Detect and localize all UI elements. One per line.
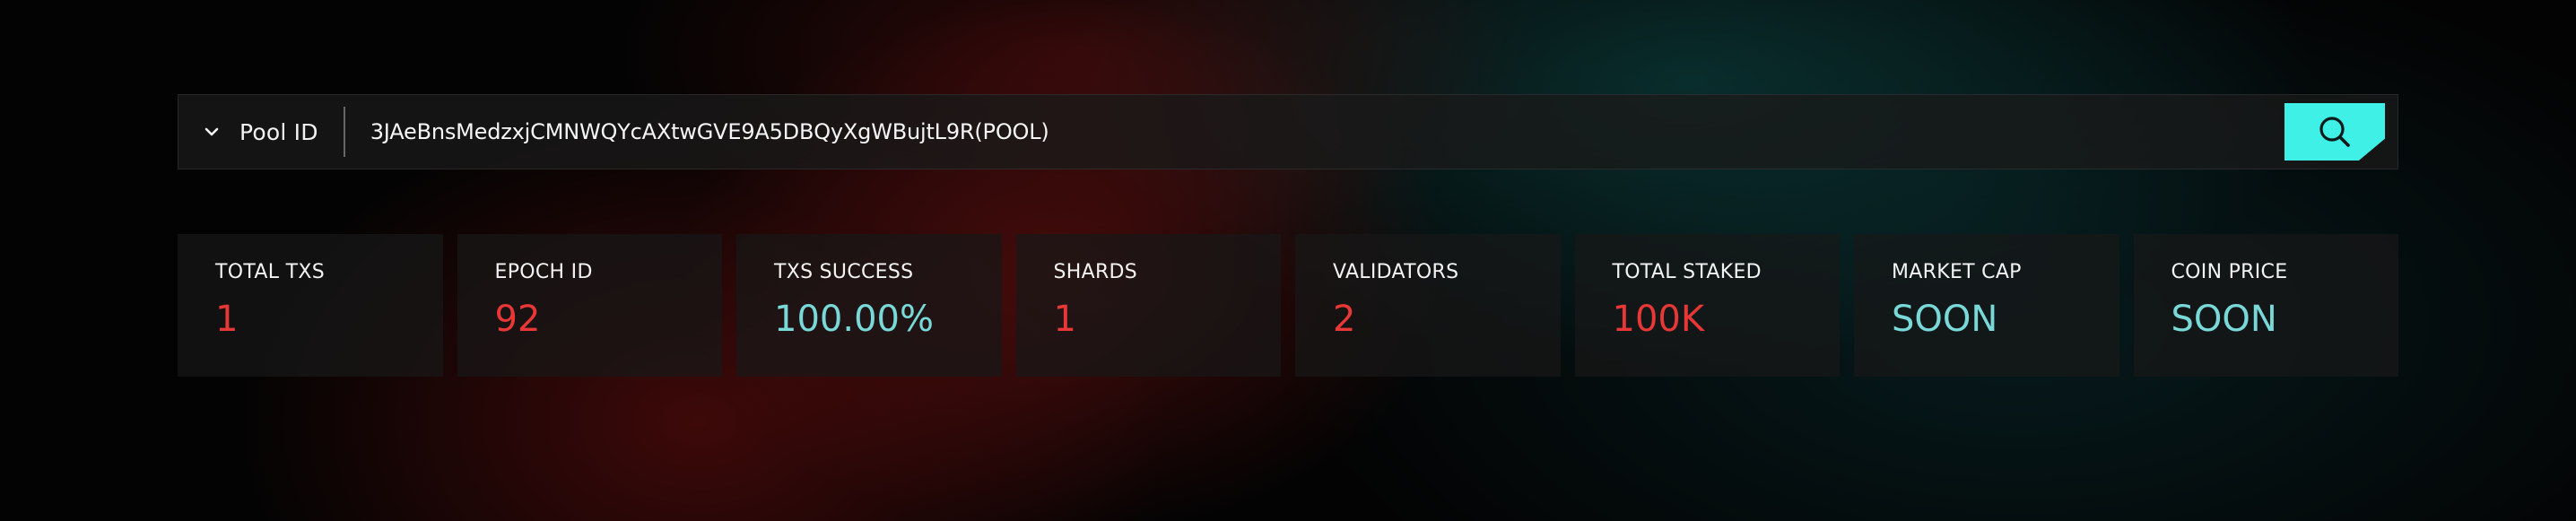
search-type-selector[interactable]: Pool ID xyxy=(178,95,344,169)
stat-value: 92 xyxy=(494,299,541,340)
stat-card-total-staked: TOTAL STAKED 100K xyxy=(1574,234,1840,377)
stat-value: 100.00% xyxy=(774,299,934,340)
stat-value: SOON xyxy=(2171,299,2277,340)
stat-value: 2 xyxy=(1333,299,1356,340)
stat-card-shards: SHARDS 1 xyxy=(1015,234,1281,377)
stat-card-epoch-id: EPOCH ID 92 xyxy=(457,234,722,377)
stat-card-validators: VALIDATORS 2 xyxy=(1295,234,1561,377)
page: Pool ID TOTAL TXS 1 EPOCH ID 92 TXS SUCC… xyxy=(0,0,2576,521)
search-input[interactable] xyxy=(344,94,2284,169)
stat-value: 1 xyxy=(215,299,239,340)
stat-value: 100K xyxy=(1612,299,1705,340)
search-button[interactable] xyxy=(2284,103,2385,161)
stat-label: SHARDS xyxy=(1053,261,1138,283)
stat-label: VALIDATORS xyxy=(1333,261,1459,283)
stat-label: TXS SUCCESS xyxy=(774,261,914,283)
stat-card-total-txs: TOTAL TXS 1 xyxy=(178,234,443,377)
chevron-down-icon xyxy=(202,122,222,142)
stat-label: EPOCH ID xyxy=(494,261,593,283)
stat-card-txs-success: TXS SUCCESS 100.00% xyxy=(736,234,1002,377)
stat-label: TOTAL STAKED xyxy=(1612,261,1762,283)
stat-label: MARKET CAP xyxy=(1892,261,2022,283)
stat-card-market-cap: MARKET CAP SOON xyxy=(1854,234,2119,377)
stats-row: TOTAL TXS 1 EPOCH ID 92 TXS SUCCESS 100.… xyxy=(178,234,2398,377)
stat-value: SOON xyxy=(1892,299,1998,340)
stat-card-coin-price: COIN PRICE SOON xyxy=(2133,234,2398,377)
search-bar: Pool ID xyxy=(178,94,2398,169)
stat-value: 1 xyxy=(1053,299,1076,340)
stat-label: TOTAL TXS xyxy=(215,261,325,283)
search-type-label: Pool ID xyxy=(239,118,318,145)
search-icon xyxy=(2317,114,2353,150)
stat-label: COIN PRICE xyxy=(2171,261,2288,283)
